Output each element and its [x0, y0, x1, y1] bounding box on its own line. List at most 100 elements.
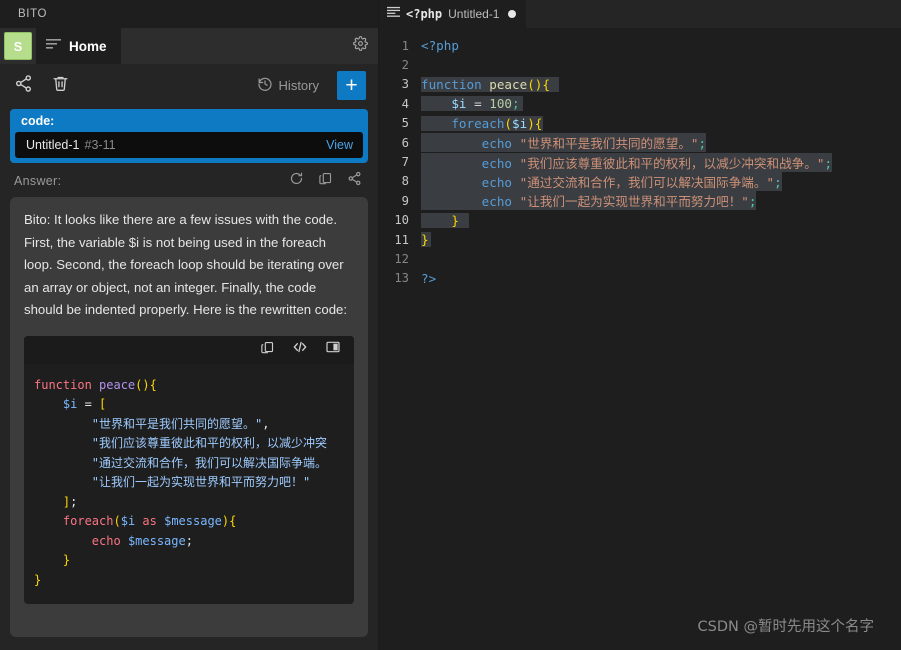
code-token: "我们应该尊重彼此和平的权利，以减少冲突 [91, 436, 328, 451]
editor-panel: <?php Untitled-1 1 <?php 2 3 function peace… [379, 0, 901, 650]
line-number: 9 [401, 193, 409, 208]
code-reference-card: code: Untitled-1 #3-11 View [10, 109, 368, 163]
answer-code-toolbar [24, 335, 354, 364]
code-token: ········ [421, 174, 482, 190]
editor-line[interactable]: 11} [379, 230, 901, 249]
code-token: echo [481, 174, 513, 190]
history-button[interactable]: History [257, 76, 319, 95]
copy-code-button[interactable] [260, 340, 275, 360]
editor-line[interactable]: 9 ········echo "让我们一起为实现世界和平而努力吧！"; [379, 191, 901, 211]
editor-tab-filename: Untitled-1 [448, 7, 500, 21]
code-token: ; [748, 194, 757, 210]
answer-code-line: echo $message; [34, 532, 354, 552]
editor-line-text: } [421, 232, 431, 248]
editor-line[interactable]: 6 ········echo "世界和平是我们共同的愿望。"; [379, 133, 901, 153]
insert-code-button[interactable] [291, 339, 309, 360]
editor-line-text: ?> [421, 271, 436, 286]
code-token: echo [481, 155, 513, 171]
editor-line[interactable]: 4 ····$i = 100; [379, 94, 901, 113]
code-token: $i [62, 397, 78, 412]
settings-button[interactable] [342, 28, 378, 64]
lines-icon [46, 37, 61, 55]
tabstrip-spacer [120, 28, 342, 64]
diff-view-button[interactable] [325, 339, 341, 360]
editor-line[interactable]: 1 <?php [379, 36, 901, 55]
line-number: 12 [394, 251, 409, 266]
line-number: 13 [394, 271, 409, 286]
split-view-icon [325, 339, 341, 360]
editor-line-text [421, 58, 429, 73]
line-number: 3 [401, 77, 409, 92]
code-token: function [421, 76, 482, 92]
answer-code-line: } [34, 571, 354, 591]
regenerate-button[interactable] [289, 171, 304, 191]
delete-button[interactable] [51, 74, 70, 98]
code-token: $i [512, 115, 528, 131]
code-token: ( [504, 115, 513, 131]
share-icon [347, 171, 362, 191]
editor-line[interactable]: 10 ····} [379, 211, 901, 230]
answer-card: Bito: It looks like there are a few issu… [10, 197, 368, 637]
answer-code-line: function peace(){ [34, 376, 354, 396]
copy-answer-button[interactable] [318, 171, 333, 191]
answer-code-line: ]; [34, 493, 354, 513]
unsaved-indicator[interactable] [508, 10, 517, 18]
code-token: = [77, 397, 100, 412]
editor-line-text: function peace(){ [421, 76, 559, 92]
history-icon [257, 76, 273, 95]
editor-line[interactable]: 7 ········echo "我们应该尊重彼此和平的权利，以减少冲突和战争。"; [379, 152, 901, 172]
avatar[interactable]: S [4, 32, 32, 60]
code-token: ; [698, 136, 707, 152]
line-number: 10 [394, 213, 409, 228]
answer-code-line: foreach($i as $message){ [34, 512, 354, 532]
editor-line[interactable]: 2 [379, 55, 901, 74]
code-token: ···· [421, 212, 452, 228]
new-chat-button[interactable]: + [337, 71, 366, 100]
code-token: $i [120, 514, 136, 529]
code-token: ········ [421, 136, 482, 152]
code-token: "通过交流和合作，我们可以解决国际争端。" [519, 174, 775, 190]
code-token: } [34, 572, 42, 587]
answer-label: Answer: [14, 174, 62, 188]
code-token: } [62, 553, 71, 568]
code-token: { [534, 115, 543, 131]
editor-line[interactable]: 5 ····foreach($i){ [379, 114, 901, 133]
code-token: ) [527, 115, 535, 131]
tab-home[interactable]: Home [36, 28, 121, 64]
line-number: 1 [401, 38, 409, 53]
panel-body: code: Untitled-1 #3-11 View Answer: Bito… [0, 107, 378, 650]
share-answer-button[interactable] [347, 171, 362, 191]
code-token: "世界和平是我们共同的愿望。" [519, 136, 699, 152]
code-token: $message [127, 533, 186, 548]
code-token: as [142, 514, 157, 529]
panel-tabstrip: S Home [0, 28, 378, 64]
editor-tab-language: <?php [406, 7, 443, 21]
code-token: ········ [421, 194, 482, 210]
code-token: "通过交流和合作，我们可以解决国际争端。 [91, 455, 328, 470]
code-token: "让我们一起为实现世界和平而努力吧！" [91, 475, 311, 490]
editor-content[interactable]: 1 <?php 2 3 function peace(){ 4 ····$i = 100;… [379, 28, 901, 650]
code-token: } [421, 232, 429, 248]
editor-line[interactable]: 3 function peace(){ [379, 75, 901, 94]
code-token: $i [451, 96, 467, 112]
line-number: 7 [401, 155, 409, 170]
share-button[interactable] [14, 74, 33, 98]
code-reference-row[interactable]: Untitled-1 #3-11 View [15, 132, 363, 158]
editor-tab-untitled-1[interactable]: <?php Untitled-1 [379, 0, 527, 28]
editor-line[interactable]: 8 ········echo "通过交流和合作，我们可以解决国际争端。"; [379, 171, 901, 191]
editor-line[interactable]: 13 ?> [379, 269, 901, 288]
answer-toolbar: Answer: [10, 167, 368, 195]
code-token: { [149, 377, 157, 392]
code-token: foreach [62, 514, 114, 529]
code-token: ; [185, 533, 193, 548]
editor-line[interactable]: 12 [379, 249, 901, 268]
editor-line-text: ····foreach($i){ [421, 115, 543, 131]
view-link[interactable]: View [326, 138, 353, 152]
avatar-container[interactable]: S [0, 28, 36, 64]
